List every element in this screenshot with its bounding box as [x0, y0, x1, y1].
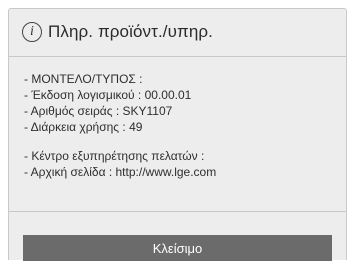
homepage-line: - Αρχική σελίδα : http://www.lge.com	[24, 165, 217, 179]
dialog-title-bar: i Πληρ. προϊόντ./υπηρ.	[9, 9, 346, 55]
product-info-content: - ΜΟΝΤΕΛΟ/ΤΥΠΟΣ : - Έκδοση λογισμικού : …	[24, 71, 216, 180]
title-divider	[9, 56, 346, 57]
software-version-line: - Έκδοση λογισμικού : 00.00.01	[24, 88, 192, 102]
serial-number-line: - Αριθμός σειράς : SKY1107	[24, 104, 173, 118]
close-button[interactable]: Κλείσιμο	[23, 235, 332, 261]
usage-duration-line: - Διάρκεια χρήσης : 49	[24, 120, 143, 134]
customer-service-line: - Κέντρο εξυπηρέτησης πελατών :	[24, 149, 205, 163]
dialog-title: Πληρ. προϊόντ./υπηρ.	[48, 22, 213, 41]
info-icon: i	[22, 22, 42, 42]
model-type-line: - ΜΟΝΤΕΛΟ/ΤΥΠΟΣ :	[24, 72, 143, 86]
product-info-dialog: i Πληρ. προϊόντ./υπηρ. - ΜΟΝΤΕΛΟ/ΤΥΠΟΣ :…	[8, 8, 347, 261]
bottom-divider	[9, 211, 346, 212]
